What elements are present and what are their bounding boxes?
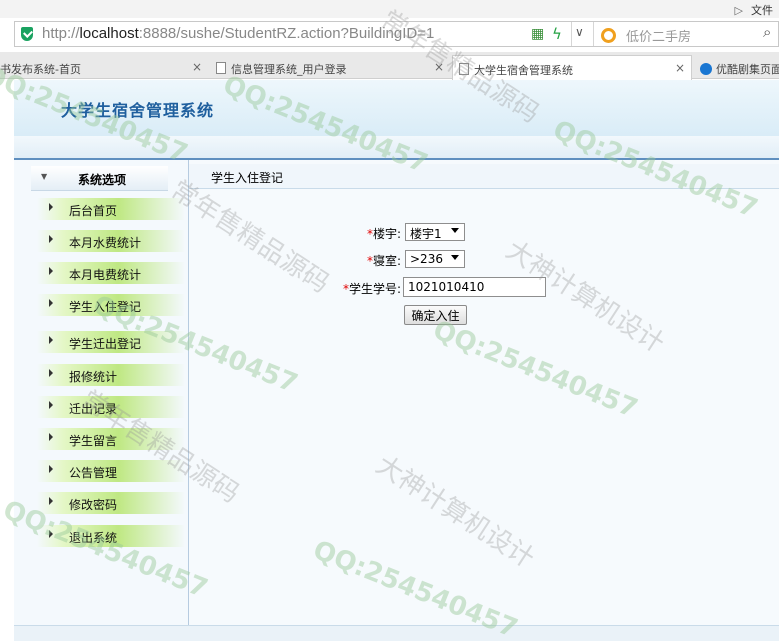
building-label: *楼宇:	[367, 225, 401, 242]
bullet-icon	[49, 267, 53, 275]
main-content: 学生入住登记 *楼宇: 楼宇1 *寝室: >236 *学生学号: 确定入住	[189, 160, 779, 625]
room-label: *寝室:	[367, 252, 401, 269]
sidebar-item-label: 学生迁出登记	[69, 337, 142, 351]
tab-bar: 书发布系统-首页 × 信息管理系统_用户登录 × 大学生宿舍管理系统 × 优酷剧…	[0, 52, 779, 80]
tab-info-login[interactable]: 信息管理系统_用户登录 ×	[210, 55, 450, 79]
search-input[interactable]: 低价二手房	[626, 26, 691, 45]
bullet-icon	[49, 401, 53, 409]
sidebar-item-label: 本月水费统计	[69, 236, 142, 250]
sidebar-item-logout[interactable]: 退出系统	[37, 525, 185, 547]
close-icon[interactable]: ×	[675, 61, 685, 75]
bullet-icon	[49, 299, 53, 307]
sidebar-item-change-password[interactable]: 修改密码	[37, 492, 185, 514]
footer-bar	[14, 625, 779, 641]
browser-top-strip: ▷ 文件	[0, 0, 779, 18]
sidebar-item-label: 本月电费统计	[69, 268, 142, 282]
lightning-icon[interactable]: ϟ	[552, 25, 562, 43]
sidebar-item-label: 迁出记录	[69, 402, 118, 416]
tab-dorm-system[interactable]: 大学生宿舍管理系统 ×	[452, 55, 692, 80]
bullet-icon	[49, 433, 53, 441]
app-title: 大学生宿舍管理系统	[61, 101, 215, 120]
sidebar-item-label: 退出系统	[69, 531, 118, 545]
secure-shield-icon	[21, 27, 33, 41]
collapse-icon: ▼	[41, 172, 48, 181]
bullet-icon	[49, 336, 53, 344]
tab-label: 书发布系统-首页	[0, 63, 81, 76]
url-text[interactable]: http://localhost:8888/sushe/StudentRZ.ac…	[42, 25, 434, 42]
student-id-label-text: 学生学号:	[348, 282, 401, 296]
qr-code-icon[interactable]: ▦	[531, 26, 544, 42]
sidebar-item-label: 报修统计	[69, 370, 118, 384]
close-icon[interactable]: ×	[434, 60, 444, 74]
student-id-row: *学生学号:	[189, 277, 401, 297]
file-menu-label: 文件	[751, 4, 773, 17]
tab-youku[interactable]: 优酷剧集页面	[694, 55, 779, 79]
tab-label: 大学生宿舍管理系统	[474, 64, 573, 77]
sidebar-header[interactable]: ▼ 系统选项	[31, 166, 168, 191]
student-id-input[interactable]	[403, 277, 546, 297]
address-bar[interactable]: http://localhost:8888/sushe/StudentRZ.ac…	[14, 21, 779, 47]
bullet-icon	[49, 497, 53, 505]
building-select-value: 楼宇1	[410, 227, 442, 241]
building-row: *楼宇:	[189, 222, 401, 242]
room-select-value: >236	[410, 252, 443, 266]
url-scheme: http://	[42, 25, 80, 42]
sidebar-item-checkout-records[interactable]: 迁出记录	[37, 396, 185, 418]
sidebar-item-check-out[interactable]: 学生迁出登记	[37, 331, 185, 353]
page-icon	[216, 62, 226, 74]
page-header: 大学生宿舍管理系统	[14, 80, 779, 136]
building-label-text: 楼宇:	[372, 227, 401, 241]
sidebar-item-messages[interactable]: 学生留言	[37, 428, 185, 450]
file-menu[interactable]: ▷ 文件	[735, 2, 773, 18]
bullet-icon	[49, 235, 53, 243]
page-title: 学生入住登记	[211, 171, 284, 185]
sidebar-toggle-icon[interactable]: ▷	[735, 4, 743, 17]
url-host: localhost	[79, 25, 139, 42]
tab-label: 优酷剧集页面	[716, 63, 779, 76]
tab-label: 信息管理系统_用户登录	[231, 63, 347, 76]
close-icon[interactable]: ×	[192, 60, 202, 74]
bullet-icon	[49, 530, 53, 538]
sidebar-item-home[interactable]: 后台首页	[37, 198, 185, 220]
bullet-icon	[49, 465, 53, 473]
chevron-down-icon[interactable]: ∨	[575, 25, 584, 39]
sidebar-item-label: 学生留言	[69, 434, 118, 448]
bullet-icon	[49, 203, 53, 211]
dropdown-arrow-icon	[451, 255, 459, 260]
divider	[593, 22, 594, 46]
divider	[571, 22, 572, 46]
url-path: :8888/sushe/StudentRZ.action?BuildingID=…	[138, 25, 435, 42]
header-sub-bar	[14, 136, 779, 160]
search-engine-icon	[601, 28, 616, 43]
content-header: 学生入住登记	[189, 164, 779, 189]
sidebar: ▼ 系统选项 后台首页 本月水费统计 本月电费统计 学生入住登记 学生迁出登记 …	[14, 160, 189, 625]
student-id-label: *学生学号:	[343, 280, 401, 297]
sidebar-item-repairs[interactable]: 报修统计	[37, 364, 185, 386]
sidebar-title: 系统选项	[78, 173, 127, 187]
sidebar-item-label: 修改密码	[69, 498, 118, 512]
sidebar-item-check-in[interactable]: 学生入住登记	[37, 294, 185, 316]
sidebar-item-label: 后台首页	[69, 204, 118, 218]
sidebar-item-label: 学生入住登记	[69, 300, 142, 314]
page-icon	[459, 63, 469, 75]
room-row: *寝室:	[189, 249, 401, 269]
sidebar-item-announcements[interactable]: 公告管理	[37, 460, 185, 482]
bullet-icon	[49, 369, 53, 377]
search-icon[interactable]: ⌕	[763, 23, 771, 41]
dropdown-arrow-icon	[451, 228, 459, 233]
sidebar-item-water-fee[interactable]: 本月水费统计	[37, 230, 185, 252]
youku-icon	[700, 63, 712, 75]
room-label-text: 寝室:	[372, 254, 401, 268]
confirm-check-in-button[interactable]: 确定入住	[404, 305, 467, 325]
room-select[interactable]: >236	[405, 250, 465, 268]
sidebar-item-electric-fee[interactable]: 本月电费统计	[37, 262, 185, 284]
tab-book-system[interactable]: 书发布系统-首页 ×	[0, 55, 208, 79]
building-select[interactable]: 楼宇1	[405, 223, 465, 241]
sidebar-item-label: 公告管理	[69, 466, 118, 480]
